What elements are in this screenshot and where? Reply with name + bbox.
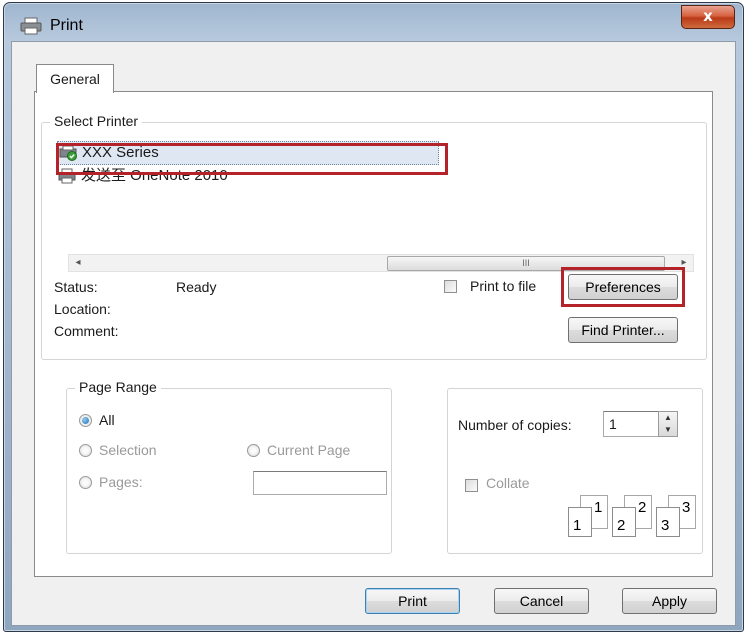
select-printer-group: Select Printer XXX Series 发送至 OneNote 20… <box>41 113 707 360</box>
copies-spinner[interactable]: ▲ ▼ <box>658 411 678 437</box>
current-page-radio[interactable] <box>247 444 260 457</box>
find-printer-button[interactable]: Find Printer... <box>568 317 678 343</box>
dialog-client-area: General Select Printer XXX Series 发送至 On… <box>11 41 736 626</box>
all-radio[interactable] <box>79 414 92 427</box>
window-title: Print <box>50 17 83 34</box>
selection-radio[interactable] <box>79 444 92 457</box>
collate-label[interactable]: Collate <box>486 475 530 491</box>
page-number: 2 <box>638 499 647 516</box>
location-label: Location: <box>54 301 111 317</box>
copies-input[interactable]: 1 <box>603 411 659 437</box>
collate-checkbox[interactable] <box>465 479 478 492</box>
status-value: Ready <box>176 279 217 295</box>
page-number: 3 <box>682 499 691 516</box>
copies-value: 1 <box>609 416 617 432</box>
all-label[interactable]: All <box>99 412 115 428</box>
print-to-file-label[interactable]: Print to file <box>470 278 536 294</box>
select-printer-legend: Select Printer <box>50 113 143 129</box>
close-icon: x <box>703 7 713 25</box>
printer-icon <box>20 17 42 35</box>
selected-printer-highlight <box>56 143 448 175</box>
grip-icon: III <box>522 258 530 268</box>
pages-input[interactable] <box>253 471 387 495</box>
page-number: 1 <box>573 517 582 534</box>
print-button[interactable]: Print <box>365 588 460 614</box>
page-range-legend: Page Range <box>75 379 161 395</box>
pages-radio[interactable] <box>79 476 92 489</box>
print-dialog-window: Print x General Select Printer XXX Serie… <box>3 2 744 632</box>
copies-group: Number of copies: 1 ▲ ▼ Collate 1 1 2 2 … <box>447 388 703 554</box>
page-number: 2 <box>617 517 626 534</box>
pages-label[interactable]: Pages: <box>99 474 143 490</box>
status-label: Status: <box>54 279 98 295</box>
scroll-left-icon[interactable]: ◂ <box>69 255 87 271</box>
page-range-group: Page Range All Selection Current Page Pa… <box>66 379 392 554</box>
spin-down-icon[interactable]: ▼ <box>659 424 677 436</box>
close-button[interactable]: x <box>681 5 735 29</box>
cancel-button[interactable]: Cancel <box>494 588 589 614</box>
tab-general[interactable]: General <box>36 64 114 93</box>
selection-label[interactable]: Selection <box>99 442 157 458</box>
page-number: 1 <box>594 499 603 516</box>
current-page-label[interactable]: Current Page <box>267 442 350 458</box>
print-to-file-checkbox[interactable] <box>444 280 457 293</box>
preferences-highlight <box>561 267 685 307</box>
spin-up-icon[interactable]: ▲ <box>659 412 677 424</box>
title-bar[interactable]: Print x <box>4 3 743 43</box>
apply-button[interactable]: Apply <box>622 588 717 614</box>
general-tab-panel: Select Printer XXX Series 发送至 OneNote 20… <box>34 91 713 577</box>
number-of-copies-label: Number of copies: <box>458 417 572 433</box>
comment-label: Comment: <box>54 323 119 339</box>
page-number: 3 <box>661 517 670 534</box>
